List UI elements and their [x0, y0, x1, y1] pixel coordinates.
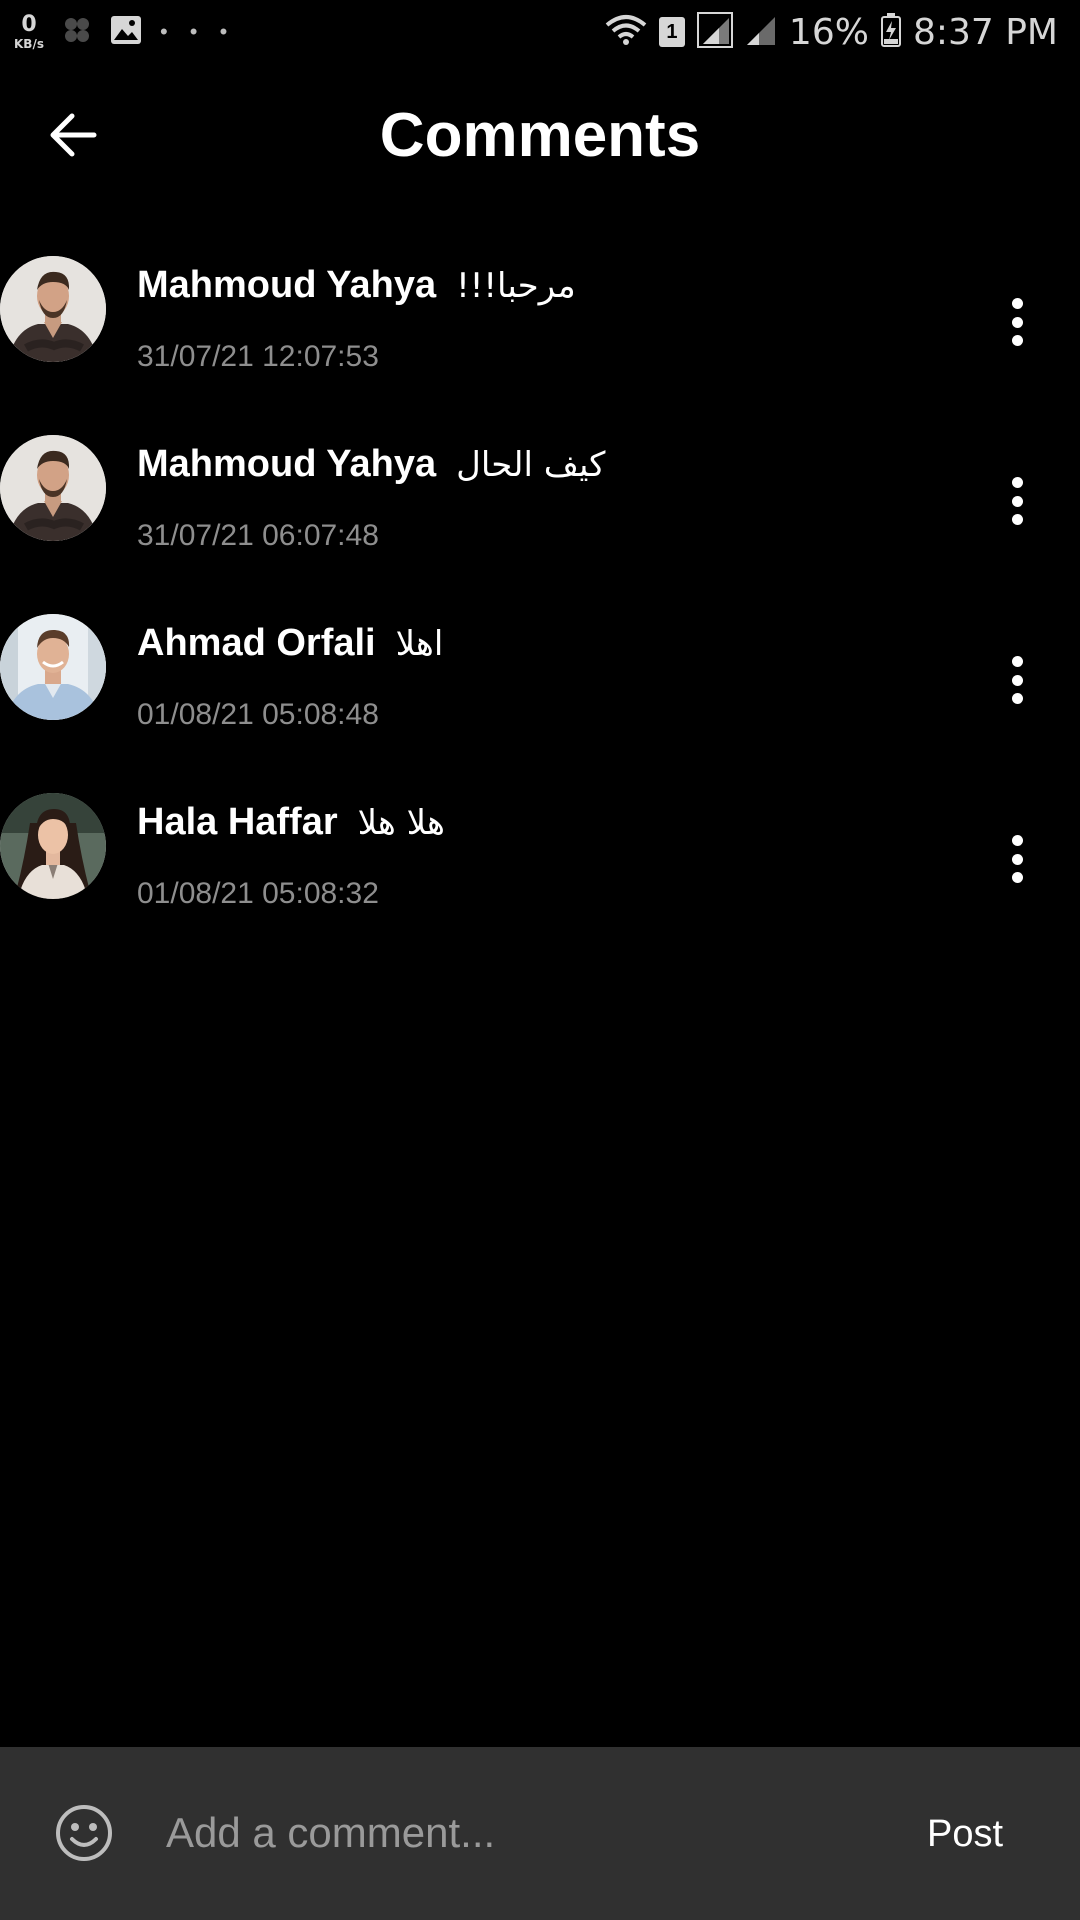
comment-author[interactable]: Hala Haffar	[137, 801, 338, 844]
more-options-button[interactable]	[1000, 827, 1034, 891]
comment-item[interactable]: Mahmoud Yahya مرحبا!!! 31/07/21 12:07:53	[0, 250, 1080, 429]
comment-line: Hala Haffar هلا هلا	[137, 801, 445, 844]
comment-timestamp: 31/07/21 06:07:48	[137, 519, 379, 552]
dot	[1011, 477, 1023, 488]
clock: 8:37 PM	[912, 11, 1058, 53]
app-bar: Comments	[0, 64, 1080, 210]
comment-author[interactable]: Ahmad Orfali	[137, 622, 376, 665]
avatar[interactable]	[0, 614, 106, 720]
avatar[interactable]	[0, 435, 106, 541]
signal-strength-icon-2	[745, 13, 777, 52]
avatar[interactable]	[0, 793, 106, 899]
dot	[1011, 835, 1023, 846]
dot	[1011, 872, 1023, 883]
post-button[interactable]: Post	[910, 1807, 1020, 1861]
more-options-button[interactable]	[1000, 648, 1034, 712]
battery-charging-icon	[880, 12, 901, 52]
comment-line: Mahmoud Yahya كيف الحال	[137, 443, 605, 486]
battery-percent: 16%	[788, 11, 869, 53]
dot	[1011, 674, 1023, 686]
more-options-button[interactable]	[1000, 290, 1034, 354]
network-speed-unit: KB/s	[14, 37, 44, 51]
network-speed-indicator: 0 KB/s	[14, 12, 44, 51]
comment-text: اهلا	[395, 624, 444, 664]
network-speed-value: 0	[21, 12, 37, 37]
comment-composer: Post	[0, 1747, 1080, 1920]
comment-text: هلا هلا	[357, 803, 445, 843]
comment-timestamp: 31/07/21 12:07:53	[137, 340, 379, 373]
dot	[1011, 298, 1023, 309]
emoji-button[interactable]	[54, 1803, 114, 1863]
dot	[1011, 495, 1023, 507]
comment-line: Mahmoud Yahya مرحبا!!!	[137, 264, 576, 307]
page-title: Comments	[379, 101, 701, 170]
notification-dots: • • •	[159, 19, 236, 44]
avatar[interactable]	[0, 256, 106, 362]
more-options-button[interactable]	[1000, 469, 1034, 533]
dot	[1011, 693, 1023, 704]
comment-text: مرحبا!!!	[456, 266, 576, 306]
comment-timestamp: 01/08/21 05:08:32	[137, 877, 379, 910]
dot	[1011, 335, 1023, 346]
status-bar: 0 KB/s • • • 1 16% 8:37 PM	[0, 0, 1080, 64]
comment-item[interactable]: Ahmad Orfali اهلا 01/08/21 05:08:48	[0, 608, 1080, 787]
gallery-icon	[110, 15, 142, 50]
dot	[1011, 853, 1023, 865]
dot	[1011, 514, 1023, 525]
comment-text: كيف الحال	[456, 445, 606, 485]
comment-item[interactable]: Mahmoud Yahya كيف الحال 31/07/21 06:07:4…	[0, 429, 1080, 608]
comment-timestamp: 01/08/21 05:08:48	[137, 698, 379, 731]
comment-input[interactable]	[166, 1797, 866, 1869]
comment-author[interactable]: Mahmoud Yahya	[137, 443, 436, 486]
sim-slot-badge: 1	[658, 17, 685, 47]
pinwheel-icon	[62, 15, 92, 50]
status-left: 0 KB/s • • •	[14, 12, 236, 51]
status-right: 1 16% 8:37 PM	[605, 11, 1058, 53]
comments-list[interactable]: Mahmoud Yahya مرحبا!!! 31/07/21 12:07:53	[0, 250, 1080, 966]
comment-author[interactable]: Mahmoud Yahya	[137, 264, 436, 307]
dot	[1011, 656, 1023, 667]
comment-line: Ahmad Orfali اهلا	[137, 622, 443, 665]
smiley-icon	[54, 1805, 114, 1867]
dot	[1011, 316, 1023, 328]
signal-strength-icon	[696, 11, 733, 53]
wifi-icon	[605, 13, 647, 52]
comment-item[interactable]: Hala Haffar هلا هلا 01/08/21 05:08:32	[0, 787, 1080, 966]
